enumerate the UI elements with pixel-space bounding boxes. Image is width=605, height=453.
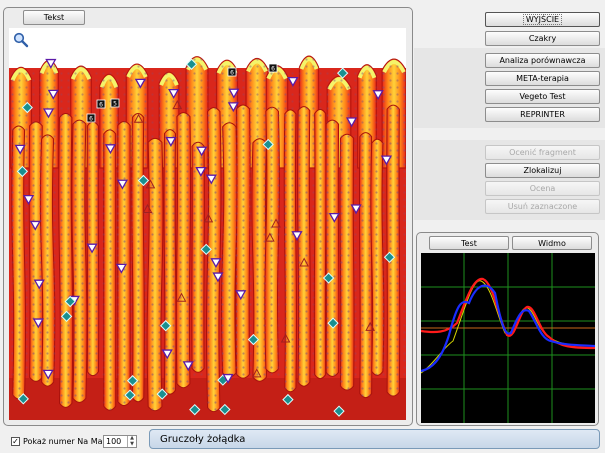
marker-count-spinner[interactable]: 100 ▲ ▼ [103, 435, 137, 448]
marker-number: 6 [268, 63, 278, 73]
test-tab-button[interactable]: Test [429, 236, 509, 250]
menu-reprinter-button[interactable]: REPRINTER [485, 107, 600, 122]
delete-selected-button[interactable]: Usuń zaznaczone [485, 199, 600, 214]
evaluate-fragment-button[interactable]: Ocenić fragment [485, 145, 600, 160]
marker-number: 6 [86, 113, 96, 123]
show-marker-checkbox[interactable]: ✓ [11, 437, 20, 446]
magnifier-icon[interactable] [13, 32, 29, 48]
menu-vegeto-test-button[interactable]: Vegeto Test [485, 89, 600, 104]
spin-down-icon[interactable]: ▼ [128, 441, 136, 448]
menu-comparative-analysis-button[interactable]: Analiza porównawcza [485, 53, 600, 68]
marker-number: 5 [110, 98, 120, 108]
text-tab-button[interactable]: Tekst [23, 10, 85, 25]
text-tab-label: Tekst [43, 13, 65, 22]
localize-button[interactable]: Zlokalizuj [485, 163, 600, 178]
svg-text:5: 5 [113, 101, 117, 108]
rating-button[interactable]: Ocena [485, 181, 600, 196]
svg-text:6: 6 [99, 102, 103, 109]
tissue-image[interactable]: 66665 [9, 28, 406, 420]
marker-number: 6 [227, 67, 237, 77]
status-bar: Gruczoły żołądka [149, 429, 600, 449]
status-text: Gruczoły żołądka [160, 433, 246, 445]
exit-button[interactable]: WYJŚCIE [485, 12, 600, 27]
marker-number: 6 [96, 99, 106, 109]
svg-text:6: 6 [230, 70, 234, 77]
spectrum-tab-button[interactable]: Widmo [512, 236, 592, 250]
marker-count-value: 100 [106, 437, 122, 446]
svg-text:6: 6 [271, 66, 275, 73]
menu-meta-therapy-button[interactable]: META-terapia [485, 71, 600, 86]
svg-text:6: 6 [89, 116, 93, 123]
menu-chakras-button[interactable]: Czakry [485, 31, 600, 46]
spectrum-graph [420, 253, 596, 423]
checkmark-icon: ✓ [12, 436, 19, 446]
